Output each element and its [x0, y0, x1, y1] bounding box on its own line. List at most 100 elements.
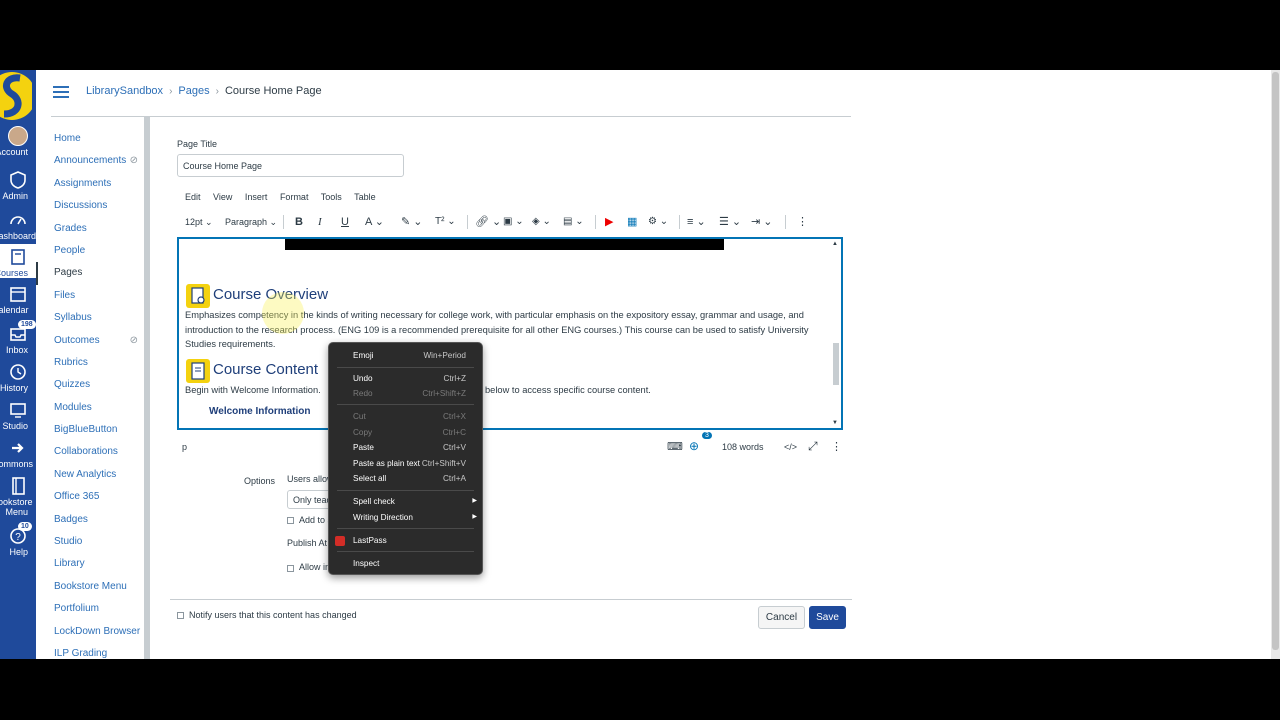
- italic-icon[interactable]: I: [318, 214, 322, 230]
- context-menu-paste[interactable]: Paste Ctrl+V: [329, 440, 482, 455]
- context-menu-writing-direction[interactable]: Writing Direction ▶: [329, 510, 482, 525]
- course-nav-item[interactable]: People: [36, 240, 144, 262]
- indent-icon[interactable]: ⇥ ⌄: [751, 214, 773, 230]
- list-icon[interactable]: ☰ ⌄: [719, 214, 741, 230]
- menu-tools[interactable]: Tools: [321, 192, 342, 202]
- breadcrumb-course[interactable]: LibrarySandbox: [86, 85, 163, 97]
- course-nav-item[interactable]: Badges: [36, 509, 144, 531]
- course-menu-toggle[interactable]: [53, 86, 69, 98]
- institution-logo[interactable]: [0, 70, 32, 124]
- course-nav-item[interactable]: Announcements ⊘: [36, 150, 144, 172]
- course-nav-item[interactable]: Office 365: [36, 486, 144, 508]
- menu-format[interactable]: Format: [280, 192, 309, 202]
- editor-scrollbar-thumb[interactable]: [833, 343, 839, 385]
- menu-view[interactable]: View: [213, 192, 232, 202]
- underline-icon[interactable]: U: [341, 214, 349, 230]
- course-nav-item[interactable]: Bookstore Menu: [36, 576, 144, 598]
- resize-handle-icon[interactable]: ⋮: [831, 440, 842, 453]
- course-nav-item[interactable]: Assignments: [36, 173, 144, 195]
- course-nav-item[interactable]: Rubrics: [36, 352, 144, 374]
- add-to-checkbox[interactable]: [287, 517, 294, 524]
- context-menu-redo[interactable]: Redo Ctrl+Shift+Z: [329, 386, 482, 401]
- text-color-icon[interactable]: A ⌄: [365, 214, 384, 230]
- course-nav-label: Home: [54, 133, 81, 144]
- context-menu-select-all[interactable]: Select all Ctrl+A: [329, 471, 482, 486]
- global-nav-bookstore[interactable]: Bookstore Menu: [0, 476, 36, 517]
- global-nav-studio[interactable]: Studio: [0, 400, 36, 431]
- image-icon[interactable]: ▣ ⌄: [503, 214, 524, 230]
- global-nav-help[interactable]: ? 10 Help: [0, 522, 36, 557]
- global-nav-history[interactable]: History: [0, 362, 36, 393]
- cancel-button[interactable]: Cancel: [758, 606, 805, 629]
- course-nav-item[interactable]: Discussions: [36, 195, 144, 217]
- notify-users-checkbox[interactable]: [177, 612, 184, 619]
- menu-insert[interactable]: Insert: [245, 192, 268, 202]
- welcome-information-link[interactable]: Welcome Information: [209, 406, 311, 417]
- context-menu-cut[interactable]: Cut Ctrl+X: [329, 409, 482, 424]
- course-nav-item[interactable]: Outcomes ⊘: [36, 330, 144, 352]
- course-nav-scrollbar[interactable]: [144, 116, 150, 659]
- page-title-input[interactable]: [177, 154, 404, 177]
- context-menu-lastpass[interactable]: LastPass: [329, 533, 482, 548]
- course-nav-label: Pages: [54, 267, 83, 279]
- global-nav-commons[interactable]: Commons: [0, 438, 36, 469]
- global-nav-admin[interactable]: Admin: [0, 170, 36, 201]
- plugin-icon[interactable]: ⚙ ⌄: [648, 214, 668, 230]
- font-size-select[interactable]: 12pt ⌄: [185, 214, 213, 230]
- global-nav-inbox[interactable]: 198 Inbox: [0, 320, 36, 355]
- context-menu-emoji[interactable]: Emoji Win+Period: [329, 348, 482, 363]
- course-nav-item[interactable]: Studio: [36, 531, 144, 553]
- page-scrollbar-thumb[interactable]: [1272, 72, 1279, 650]
- save-button[interactable]: Save: [809, 606, 846, 629]
- html-editor-toggle[interactable]: </>: [784, 442, 797, 452]
- course-nav-item[interactable]: Library: [36, 553, 144, 575]
- element-path[interactable]: p: [182, 442, 187, 452]
- course-nav-item[interactable]: Syllabus: [36, 307, 144, 329]
- course-nav-item[interactable]: Collaborations: [36, 441, 144, 463]
- more-icon[interactable]: ⋮: [797, 214, 808, 230]
- breadcrumb-pages[interactable]: Pages: [178, 85, 209, 97]
- course-nav-item[interactable]: ILP Grading: [36, 643, 144, 659]
- document-icon[interactable]: ▤ ⌄: [563, 214, 584, 230]
- course-nav-item[interactable]: Portfolium: [36, 598, 144, 620]
- context-menu-copy[interactable]: Copy Ctrl+C: [329, 425, 482, 440]
- allow-in-checkbox[interactable]: [287, 565, 294, 572]
- course-nav-item[interactable]: Grades: [36, 218, 144, 240]
- global-nav-account[interactable]: Account: [0, 126, 36, 157]
- context-menu-spell-check[interactable]: Spell check ▶: [329, 494, 482, 509]
- scroll-up-icon[interactable]: ▲: [832, 241, 838, 247]
- menu-edit[interactable]: Edit: [185, 192, 201, 202]
- global-nav-courses[interactable]: Courses: [0, 244, 36, 278]
- align-icon[interactable]: ≡ ⌄: [687, 214, 706, 230]
- accessibility-icon[interactable]: ⊕: [689, 439, 699, 453]
- course-nav-item[interactable]: Pages: [36, 262, 144, 285]
- context-menu-inspect[interactable]: Inspect: [329, 556, 482, 571]
- media-icon[interactable]: ◈ ⌄: [532, 214, 551, 230]
- course-nav-item[interactable]: LockDown Browser: [36, 621, 144, 643]
- scroll-down-icon[interactable]: ▼: [832, 420, 838, 426]
- course-nav-item[interactable]: Home: [36, 128, 144, 150]
- superscript-icon[interactable]: T² ⌄: [435, 214, 456, 230]
- bold-icon[interactable]: B: [295, 214, 303, 230]
- global-nav-calendar[interactable]: Calendar: [0, 284, 36, 315]
- course-nav-item[interactable]: Files: [36, 285, 144, 307]
- fullscreen-icon[interactable]: ⤢: [808, 439, 818, 454]
- course-nav-item[interactable]: BigBlueButton: [36, 419, 144, 441]
- context-menu-paste-plain[interactable]: Paste as plain text Ctrl+Shift+V: [329, 456, 482, 471]
- block-format-select[interactable]: Paragraph ⌄: [225, 214, 277, 230]
- course-nav-item[interactable]: Modules: [36, 397, 144, 419]
- youtube-icon[interactable]: ▶: [605, 214, 613, 230]
- course-nav-item[interactable]: Quizzes: [36, 374, 144, 396]
- highlight-icon[interactable]: ✎ ⌄: [401, 214, 423, 230]
- context-menu-undo[interactable]: Undo Ctrl+Z: [329, 371, 482, 386]
- page-scrollbar[interactable]: [1271, 70, 1280, 659]
- link-icon[interactable]: 🔗︎ ⌄: [475, 214, 501, 230]
- apps-icon[interactable]: ▦: [627, 214, 637, 230]
- menu-table[interactable]: Table: [354, 192, 376, 202]
- content-banner-image: [285, 239, 724, 250]
- global-nav-dashboard[interactable]: Dashboard: [0, 210, 36, 241]
- course-nav-item[interactable]: New Analytics: [36, 464, 144, 486]
- keyboard-icon[interactable]: ⌨: [667, 440, 683, 453]
- course-nav-label: Syllabus: [54, 312, 92, 324]
- rich-content-editor[interactable]: Course Overview Emphasizes competency in…: [177, 237, 843, 430]
